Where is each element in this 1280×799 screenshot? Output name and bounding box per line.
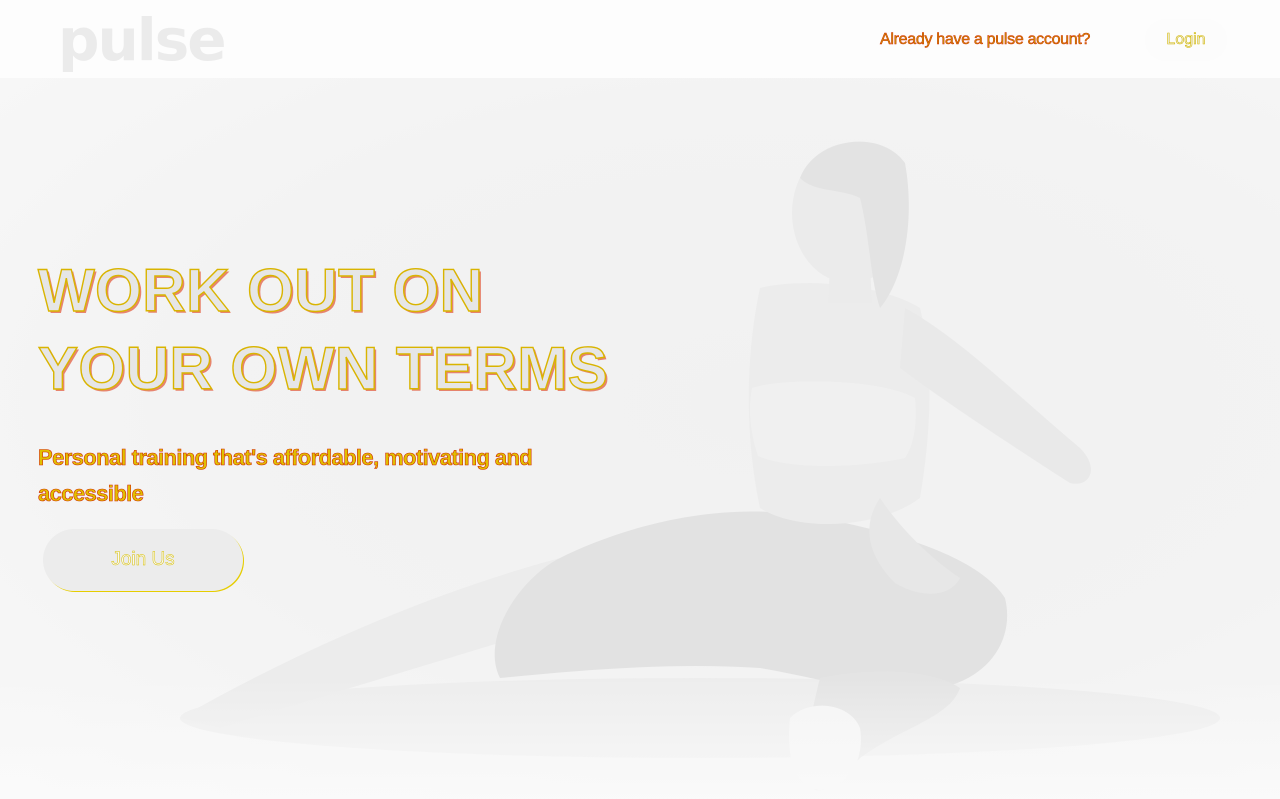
hero-headline-line-2: YOUR OWN TERMS: [37, 334, 609, 402]
pulse-logo[interactable]: pulse: [58, 4, 227, 76]
login-button[interactable]: Login: [1145, 19, 1227, 61]
account-prompt-text: Already have a pulse account?: [880, 31, 1091, 49]
join-us-button[interactable]: Join Us: [43, 529, 243, 591]
site-header: pulse Already have a pulse account? Logi…: [0, 0, 1280, 78]
landing-page: pulse Already have a pulse account? Logi…: [0, 0, 1280, 799]
hero-headline: WORK OUT ON YOUR OWN TERMS: [37, 252, 609, 408]
hero-headline-line-1: WORK OUT ON: [37, 256, 484, 324]
hero-tagline: Personal training that's affordable, mot…: [38, 445, 533, 507]
woman-stretching-photo: [0, 141, 1280, 799]
